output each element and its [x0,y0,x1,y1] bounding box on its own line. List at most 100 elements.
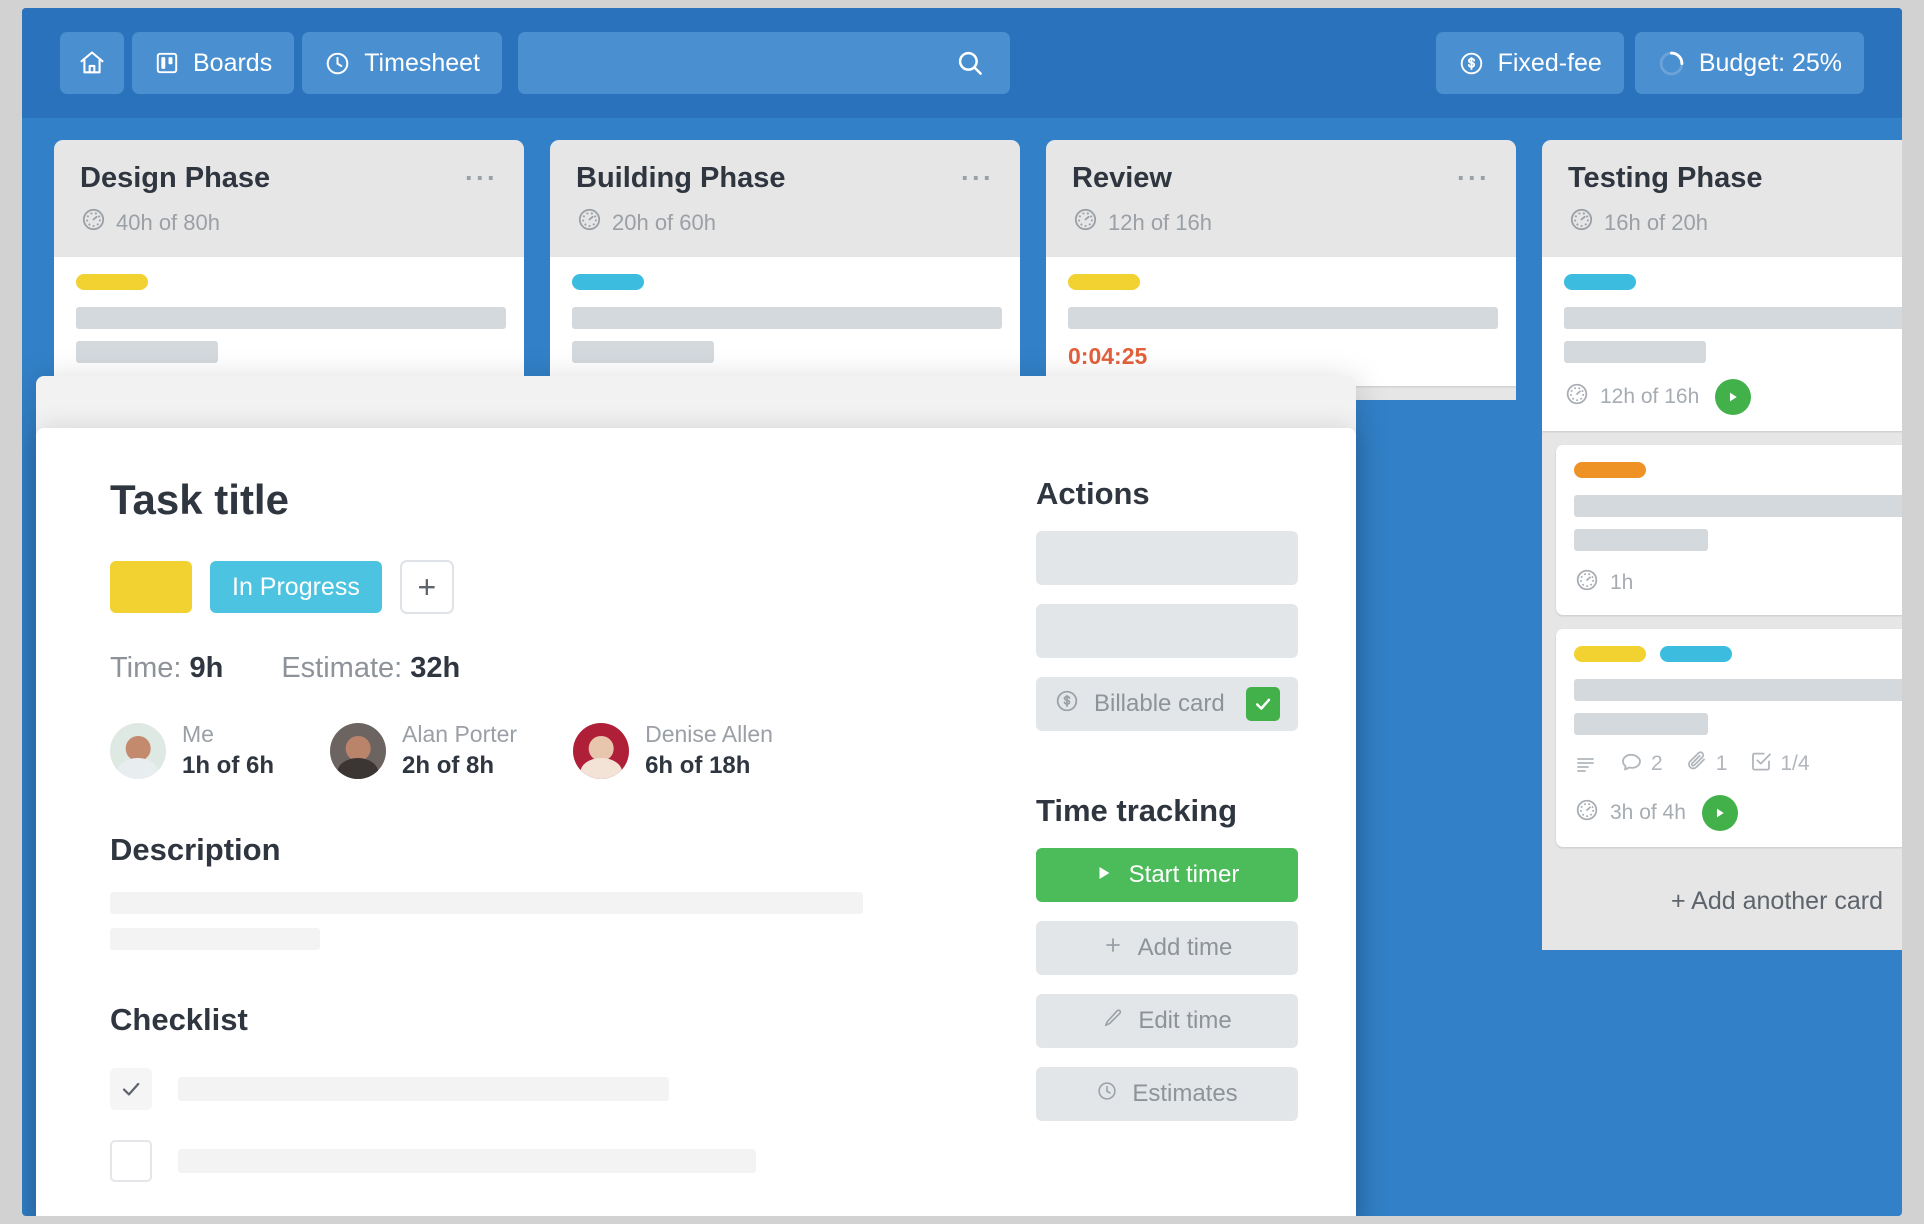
card-label-chip[interactable] [76,274,148,290]
column-menu-icon[interactable]: ··· [465,162,498,191]
page-title: Task title [110,476,289,523]
action-placeholder-button[interactable] [1036,531,1298,585]
edit-time-button[interactable]: Edit time [1036,994,1298,1048]
board-icon [154,50,180,76]
dollar-circle-icon [1458,50,1485,77]
card-labels [572,274,1002,290]
card-labels [76,274,506,290]
search-input[interactable] [518,32,1011,94]
checklist-checkbox-checked[interactable] [110,1068,152,1110]
column-menu-icon[interactable]: ··· [961,162,994,191]
budget-donut-icon [1657,49,1686,78]
column-card-list: 12h of 16h 1h 2 1 1/4 3h of 4h + Add ano… [1542,257,1902,950]
timesheet-label: Timesheet [364,48,481,77]
timesheet-button[interactable]: Timesheet [302,32,503,94]
timer-dial-icon [576,206,603,239]
column-title: Testing Phase [1568,162,1763,194]
avatar [110,722,166,779]
column-time-meta: 16h of 20h [1568,206,1902,239]
task-time-group: Time: 9h [110,652,223,685]
add-tag-button[interactable]: + [399,560,454,614]
task-color-label[interactable] [110,561,192,613]
card-title-placeholder [1574,495,1902,517]
card-label-chip[interactable] [1564,274,1636,290]
billable-card-toggle[interactable]: Billable card [1036,677,1298,731]
card-labels [1068,274,1498,290]
assignee-info: Denise Allen 6h of 18h [645,721,773,780]
start-timer-play-icon[interactable] [1701,795,1738,831]
card-label-chip[interactable] [1068,274,1140,290]
add-another-card-button[interactable]: + Add another card [1542,861,1902,950]
boards-button[interactable]: Boards [132,32,295,94]
budget-label: Budget: 25% [1698,48,1842,77]
checklist-checkbox-unchecked[interactable] [110,1140,152,1182]
description-heading: Description [110,832,281,867]
checklist-item[interactable] [110,1140,986,1182]
start-timer-button[interactable]: Start timer [1036,848,1298,902]
assignee-item[interactable]: Denise Allen 6h of 18h [573,721,773,780]
attachment-count: 1 [1715,752,1728,775]
board-column-building-phase[interactable]: Building Phase ··· 20h of 60h [550,140,1020,405]
edit-time-label: Edit time [1138,1007,1232,1034]
description-placeholder-line [110,928,321,950]
search-icon[interactable] [955,48,985,78]
add-time-button[interactable]: Add time [1036,921,1298,975]
card-label-chip[interactable] [572,274,644,290]
column-menu-icon[interactable]: ··· [1457,162,1490,191]
column-time-meta: 12h of 16h [1072,206,1490,239]
app-frame: Boards Timesheet Fixed-fee Budget: 25% D… [22,8,1902,1216]
app-root: Boards Timesheet Fixed-fee Budget: 25% D… [0,0,1924,1224]
card-label-chip[interactable] [1660,646,1732,662]
home-icon [78,49,106,77]
column-title: Design Phase [80,162,271,194]
assignee-name: Denise Allen [645,721,773,747]
fixed-fee-button[interactable]: Fixed-fee [1435,32,1624,94]
estimates-button[interactable]: Estimates [1036,1067,1298,1121]
checklist-item[interactable] [110,1068,986,1110]
board-card[interactable]: 12h of 16h [1542,257,1902,431]
budget-button[interactable]: Budget: 25% [1634,32,1864,94]
card-label-chip[interactable] [1574,646,1646,662]
assignee-item[interactable]: Alan Porter 2h of 8h [330,721,517,780]
description-placeholder-line [110,892,864,914]
task-status-badge[interactable]: In Progress [210,561,382,613]
task-detail-modal: ✕ Task title In Progress + Time: 9h [36,428,1356,1216]
column-title-row: Building Phase ··· [576,162,994,195]
timer-dial-icon [1574,567,1600,599]
board-card[interactable]: 0:04:25 [1046,257,1516,386]
board-column-design-phase[interactable]: Design Phase ··· 40h of 80h [54,140,524,405]
modal-right-pane: Actions Billable card Time tracking Star… [1036,476,1298,1182]
card-time-footer: 3h of 4h [1574,795,1902,831]
board-card[interactable] [550,257,1020,391]
start-timer-play-icon[interactable] [1715,379,1752,415]
attachment-badge: 1 [1685,749,1728,779]
dollar-circle-icon [1054,688,1080,721]
board-card[interactable]: 1h [1556,445,1902,615]
card-time-text: 3h of 4h [1610,801,1686,824]
assignee-time: 6h of 18h [645,752,751,779]
clock-icon [1096,1080,1118,1109]
column-time-text: 40h of 80h [116,209,220,235]
card-label-chip[interactable] [1574,462,1646,478]
home-button[interactable] [60,32,124,94]
billable-card-label: Billable card [1094,690,1225,717]
assignee-item[interactable]: Me 1h of 6h [110,721,274,780]
board-column-testing-phase[interactable]: Testing Phase 16h of 20h 12h of 16h 1h 2… [1542,140,1902,950]
billable-checked-icon[interactable] [1246,687,1280,721]
board-column-review[interactable]: Review ··· 12h of 16h 0:04:25 [1046,140,1516,400]
column-title: Review [1072,162,1172,194]
task-time-label: Time: [110,652,182,684]
board-card[interactable]: 2 1 1/4 3h of 4h [1556,629,1902,847]
assignee-info: Me 1h of 6h [182,721,274,780]
checklist-count: 1/4 [1780,752,1810,775]
task-time-value: 9h [189,652,224,684]
task-estimate-label: Estimate: [281,652,403,684]
action-placeholder-button[interactable] [1036,604,1298,658]
assignee-name: Me [182,721,214,747]
board-card[interactable] [54,257,524,391]
card-running-timer: 0:04:25 [1068,343,1148,369]
close-icon[interactable]: ✕ [1270,428,1300,432]
add-time-label: Add time [1137,934,1233,961]
timer-dial-icon [1564,381,1590,413]
column-time-meta: 40h of 80h [80,206,498,239]
